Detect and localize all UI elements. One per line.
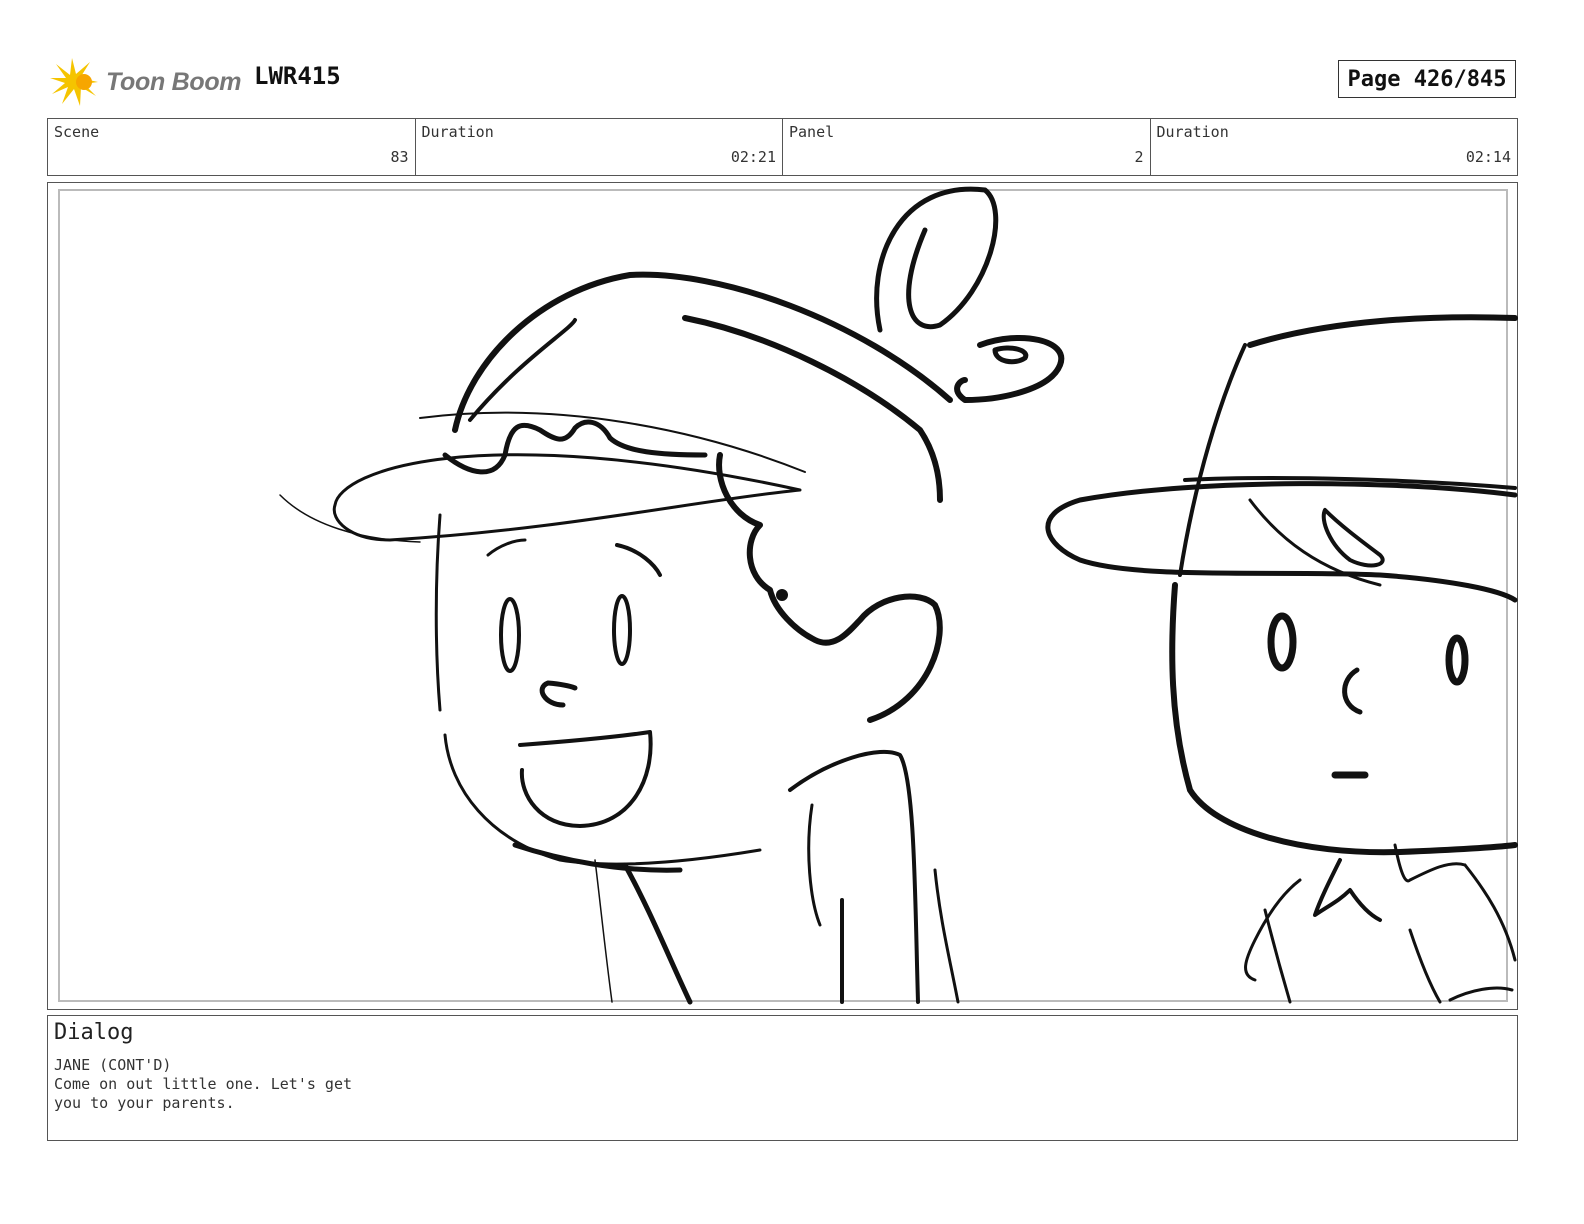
kid-sleeve [1263, 908, 1292, 1004]
jane-face-jaw [443, 733, 762, 866]
jane-eye-left [499, 597, 521, 673]
kid-arm-right [1408, 928, 1442, 1004]
jane-back [933, 868, 960, 1004]
dialog-line: Come on out little one. Let's get [54, 1075, 353, 1093]
dialog-speaker: JANE (CONT'D) [54, 1056, 172, 1074]
kid-hat-crown [1247, 314, 1518, 348]
kid-nose [1342, 667, 1363, 715]
kid-eye-left [1267, 612, 1297, 672]
panel-cell: Panel 2 [783, 119, 1151, 175]
starburst-logo-icon [50, 58, 98, 106]
project-code: LWR415 [254, 62, 341, 90]
jane-arm [807, 803, 822, 927]
jane-cheek [486, 538, 527, 557]
dialog-box: Dialog JANE (CONT'D) Come on out little … [47, 1015, 1518, 1141]
kid-face-left [1169, 582, 1518, 856]
panel-duration-value: 02:14 [1465, 148, 1511, 166]
storyboard-sketch [279, 186, 1518, 1005]
panel-value: 2 [1134, 148, 1144, 166]
kid-collar-left [1313, 858, 1382, 922]
dialog-title: Dialog [54, 1020, 134, 1045]
panel-duration-label: Duration [1156, 123, 1229, 141]
kid-eye-right [1445, 634, 1469, 686]
jane-bun [874, 186, 999, 333]
jane-mouth [518, 730, 653, 828]
logo-text: Toon Boom [106, 67, 242, 96]
panel-label: Panel [789, 123, 835, 141]
jane-chin-shadow [512, 842, 683, 873]
dialog-line: you to your parents. [54, 1094, 235, 1112]
kid-shoulder-right [1463, 863, 1517, 962]
jane-collar [622, 862, 693, 1005]
jane-brow [615, 543, 662, 577]
jane-curl-dot [776, 589, 788, 601]
kid-hat-brim [1045, 481, 1518, 603]
toon-boom-logo: Toon Boom [50, 56, 242, 108]
panel-duration-cell: Duration 02:14 [1151, 119, 1518, 175]
jane-bow-knot [992, 345, 1029, 365]
scene-duration-value: 02:21 [730, 148, 776, 166]
page-indicator: Page 426/845 [1338, 60, 1516, 98]
scene-cell: Scene 83 [48, 119, 416, 175]
scene-value: 83 [390, 148, 409, 166]
jane-nose [539, 680, 578, 708]
kid-shoulder-left [1244, 878, 1302, 982]
jane-face-left [434, 513, 442, 712]
kid-hat-dent [1321, 508, 1385, 568]
jane-hair-inner [468, 318, 577, 422]
scene-duration-cell: Duration 02:21 [416, 119, 783, 175]
jane-cap-brim-line [279, 494, 421, 543]
scene-label: Scene [54, 123, 100, 141]
scene-duration-label: Duration [421, 123, 494, 141]
jane-eye-right [612, 594, 632, 666]
jane-neck [594, 859, 613, 1003]
scene-info-table: Scene 83 Duration 02:21 Panel 2 Duration… [47, 118, 1518, 176]
kid-hand [1448, 986, 1514, 1002]
kid-hat-side [1178, 343, 1247, 577]
jane-hair-inner-2 [682, 315, 943, 503]
